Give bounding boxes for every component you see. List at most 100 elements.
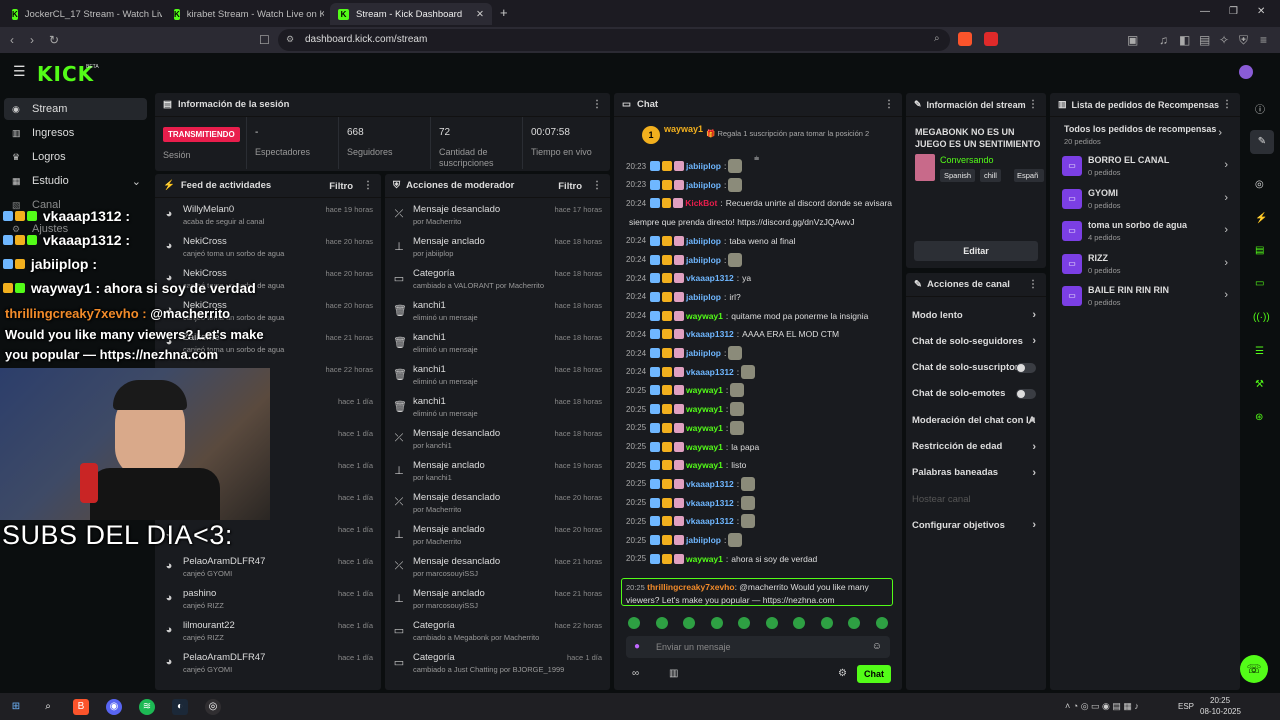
brave-icon[interactable]: B xyxy=(73,699,89,715)
chat-message[interactable]: 20:25 wayway1: xyxy=(626,381,892,399)
browser-tab[interactable]: Kkirabet Stream - Watch Live on K xyxy=(166,3,324,25)
chevron-right-icon[interactable]: › xyxy=(1224,159,1228,171)
highlighted-chat-message[interactable]: 20:25 thrillingcreaky7xevho: @macherrito… xyxy=(621,578,893,606)
edit-layout-icon[interactable]: ✎ xyxy=(1250,130,1274,154)
chat-message[interactable]: 20:24 jabiiplop: xyxy=(626,344,892,362)
channel-action-0[interactable]: Modo lento › xyxy=(906,304,1046,326)
close-window-icon[interactable]: ✕ xyxy=(1257,6,1265,17)
chat-message[interactable]: 20:24 vkaaap1312: AAAA ERA EL MOD CTM xyxy=(626,325,892,343)
channel-action-5[interactable]: Restricción de edad › xyxy=(906,436,1046,458)
more-options-icon[interactable]: ⋮ xyxy=(363,180,373,191)
chat-bubble-icon[interactable]: ▭ xyxy=(1255,278,1264,289)
chat-username[interactable]: vkaaap1312 xyxy=(686,367,734,377)
chat-username[interactable]: wayway1 xyxy=(686,404,723,414)
chat-username[interactable]: wayway1 xyxy=(686,311,723,321)
address-bar[interactable]: ⚙ dashboard.kick.com/stream ⌕ xyxy=(278,29,950,51)
emote-icon[interactable] xyxy=(710,617,723,629)
chat-message[interactable]: 20:25 wayway1: la papa xyxy=(626,438,892,456)
reward-item[interactable]: ▭ BORRO EL CANAL 0 pedidos › xyxy=(1062,153,1232,183)
sidebar-item-ingresos[interactable]: ▥ Ingresos xyxy=(4,122,147,144)
chat-settings-icon[interactable]: ⚙ xyxy=(838,668,847,679)
chat-username[interactable]: vkaaap1312 xyxy=(686,516,734,526)
emoji-icon[interactable]: ☺ xyxy=(872,641,882,652)
chat-username[interactable]: jabiiplop xyxy=(686,348,721,358)
zoom-icon[interactable]: ⌕ xyxy=(934,33,940,44)
chat-username[interactable]: vkaaap1312 xyxy=(686,273,734,283)
forward-icon[interactable]: › xyxy=(30,33,34,47)
external-link-icon[interactable]: ↗ xyxy=(1027,414,1036,427)
browser-tab[interactable]: K JockerCL_17 Stream - Watch Live xyxy=(4,3,162,25)
chat-message[interactable]: 20:23 jabiiplop: xyxy=(626,176,892,194)
hamburger-menu-icon[interactable]: ☰ xyxy=(13,63,26,80)
more-options-icon[interactable]: ⋮ xyxy=(592,99,602,110)
mod-action-row[interactable]: ⊥ Mensaje anclado por Macherrito hace 20 ho… xyxy=(385,520,610,552)
emote-icon[interactable] xyxy=(848,617,860,629)
windows-start-icon[interactable]: ⊞ xyxy=(8,699,24,715)
chevron-right-icon[interactable]: › xyxy=(1032,441,1036,453)
mod-action-row[interactable]: ⤫ Mensaje desanclado por Macherrito hace 17… xyxy=(385,200,610,232)
language-indicator[interactable]: ESP xyxy=(1178,702,1194,711)
emote-icon[interactable] xyxy=(820,617,833,629)
reward-item[interactable]: ▭ toma un sorbo de agua 4 pedidos › xyxy=(1062,218,1232,248)
brave-rewards-icon[interactable] xyxy=(984,32,998,46)
chat-username[interactable]: wayway1 xyxy=(686,423,723,433)
maximize-icon[interactable]: ❐ xyxy=(1229,6,1238,17)
chat-username[interactable]: jabiiplop xyxy=(686,236,721,246)
chat-username[interactable]: wayway1 xyxy=(686,442,723,452)
emote-icon[interactable] xyxy=(765,617,778,629)
channel-action-1[interactable]: Chat de solo-seguidores › xyxy=(906,330,1046,352)
mod-action-row[interactable]: ▭ Categoría cambiado a Megabonk por Macher… xyxy=(385,616,610,648)
sidebar-toggle-icon[interactable]: ▣ xyxy=(1127,33,1138,47)
chevron-right-icon[interactable]: › xyxy=(1032,519,1036,531)
activity-row[interactable]: ◕ pashino canjeó RIZZ hace 1 día xyxy=(155,584,381,616)
reward-item[interactable]: ▭ BAILE RIN RIN RIN 0 pedidos › xyxy=(1062,283,1232,313)
more-options-icon[interactable]: ⋮ xyxy=(1028,99,1038,110)
channel-action-2[interactable]: Chat de solo-suscriptores xyxy=(906,357,1046,379)
channel-action-4[interactable]: Moderación del chat con IA ↗ xyxy=(906,409,1046,431)
chat-username[interactable]: jabiiplop xyxy=(686,535,721,545)
chevron-right-icon[interactable]: › xyxy=(1218,127,1222,139)
chat-message[interactable]: 20:25 vkaaap1312: xyxy=(626,512,892,530)
chat-username[interactable]: wayway1 xyxy=(686,460,723,470)
mod-action-row[interactable]: 🗑 kanchi1 eliminó un mensaje hace 18 horas xyxy=(385,296,610,328)
chat-message[interactable]: 20:25 vkaaap1312: xyxy=(626,494,892,512)
chat-username[interactable]: KickBot xyxy=(685,198,717,208)
mod-action-row[interactable]: ▭ Categoría cambiado a VALORANT por Macher… xyxy=(385,264,610,296)
chat-input[interactable]: ● Enviar un mensaje ☺ xyxy=(626,636,890,658)
user-avatar[interactable] xyxy=(1239,65,1253,79)
discord-icon[interactable]: ◉ xyxy=(106,699,122,715)
chat-message[interactable]: siempre que prenda directo! https://disc… xyxy=(626,213,892,231)
chevron-right-icon[interactable]: › xyxy=(1032,467,1036,479)
edit-stream-button[interactable]: Editar xyxy=(914,241,1038,261)
camera-icon[interactable]: ◎ xyxy=(1255,179,1264,190)
chat-message[interactable]: 20:25 wayway1: xyxy=(626,419,892,437)
toggle-switch[interactable] xyxy=(1016,362,1036,373)
mod-action-row[interactable]: ⤫ Mensaje desanclado por marcosouyiSSJ hace… xyxy=(385,552,610,584)
chat-username[interactable]: jabiiplop xyxy=(686,180,721,190)
sidebar-item-logros[interactable]: ♛ Logros xyxy=(4,146,147,168)
search-icon[interactable]: ⌕ xyxy=(40,699,56,715)
reward-item[interactable]: ▭ RIZZ 0 pedidos › xyxy=(1062,251,1232,281)
chat-message[interactable]: 20:24 jabiiplop: xyxy=(626,251,892,269)
chat-message[interactable]: 20:24 vkaaap1312: ya xyxy=(626,269,892,287)
chat-username[interactable]: vkaaap1312 xyxy=(686,329,734,339)
sidebar-item-stream[interactable]: ◉ Stream xyxy=(4,98,147,120)
back-icon[interactable]: ‹ xyxy=(10,33,14,47)
emote-icon[interactable] xyxy=(875,617,888,629)
chevron-right-icon[interactable]: › xyxy=(1224,192,1228,204)
activity-username[interactable]: lilmourant22 xyxy=(183,620,235,631)
stream-category[interactable]: Conversando xyxy=(940,155,994,165)
send-chat-button[interactable]: Chat xyxy=(857,665,891,683)
chat-message[interactable]: 20:24 jabiiplop: taba weno al final xyxy=(626,232,892,250)
mod-action-row[interactable]: ⊥ Mensaje anclado por jabiiplop hace 18 hor… xyxy=(385,232,610,264)
more-options-icon[interactable]: ⋮ xyxy=(592,180,602,191)
info-icon[interactable]: ⓘ xyxy=(1255,101,1265,116)
url-text[interactable]: dashboard.kick.com/stream xyxy=(305,34,427,45)
chevron-right-icon[interactable]: › xyxy=(1224,289,1228,301)
taskbar-date[interactable]: 08-10-2025 xyxy=(1200,707,1241,716)
mod-action-row[interactable]: 🗑 kanchi1 eliminó un mensaje hace 18 horas xyxy=(385,328,610,360)
nodes-icon[interactable]: ⊛ xyxy=(1255,412,1263,423)
reward-item[interactable]: ▭ GYOMI 0 pedidos › xyxy=(1062,186,1232,216)
chat-username[interactable]: wayway1 xyxy=(686,554,723,564)
all-rewards-link[interactable]: Todos los pedidos de recompensas xyxy=(1064,124,1216,134)
